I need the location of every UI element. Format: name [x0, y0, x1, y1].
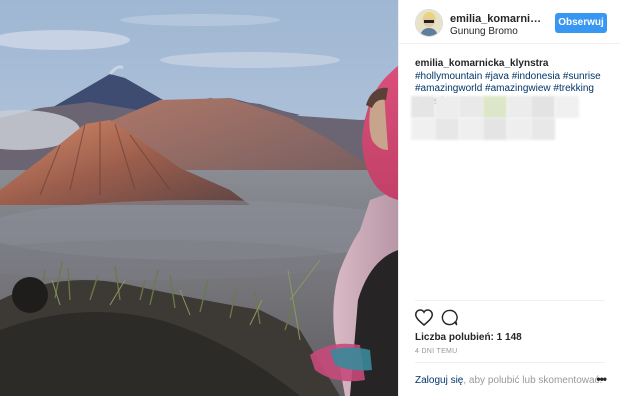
divider: [415, 362, 605, 363]
hashtag-link[interactable]: #indonesia: [512, 71, 560, 82]
caption-username[interactable]: emilia_komarnicka_klynstra: [415, 58, 548, 69]
login-prompt: Zaloguj się, aby polubić lub skomentować…: [415, 375, 602, 386]
avatar[interactable]: [415, 9, 443, 37]
hashtag-link[interactable]: #sunrise: [563, 71, 601, 82]
blurred-comments: [411, 96, 581, 142]
hashtag-link[interactable]: #hollymountain: [415, 71, 482, 82]
instagram-post: emilia_komarnicka_klynstra Gunung Bromo …: [0, 0, 620, 396]
post-sidebar: emilia_komarnicka_klynstra Gunung Bromo …: [398, 0, 620, 396]
location-link[interactable]: Gunung Bromo: [450, 26, 518, 37]
hashtag-link[interactable]: #trekking: [553, 83, 594, 94]
login-link[interactable]: Zaloguj się: [415, 375, 463, 386]
login-prompt-text: , aby polubić lub skomentować.: [463, 375, 603, 386]
post-photo[interactable]: [0, 0, 398, 396]
comment-icon[interactable]: [441, 309, 458, 331]
post-header: emilia_komarnicka_klynstra Gunung Bromo …: [399, 0, 620, 44]
hashtag-link[interactable]: #java: [485, 71, 509, 82]
heart-icon[interactable]: [414, 309, 434, 331]
username-link[interactable]: emilia_komarnicka_klynstra: [450, 13, 542, 25]
hashtag-link[interactable]: #amazingwiew: [485, 83, 551, 94]
follow-button[interactable]: Obserwuj: [555, 13, 607, 33]
post-timestamp[interactable]: 4 DNI TEMU: [415, 348, 458, 355]
hashtag-link[interactable]: #amazingworld: [415, 83, 482, 94]
more-options-icon[interactable]: •••: [596, 372, 607, 386]
likes-count[interactable]: Liczba polubień: 1 148: [415, 332, 522, 343]
divider: [415, 300, 605, 301]
